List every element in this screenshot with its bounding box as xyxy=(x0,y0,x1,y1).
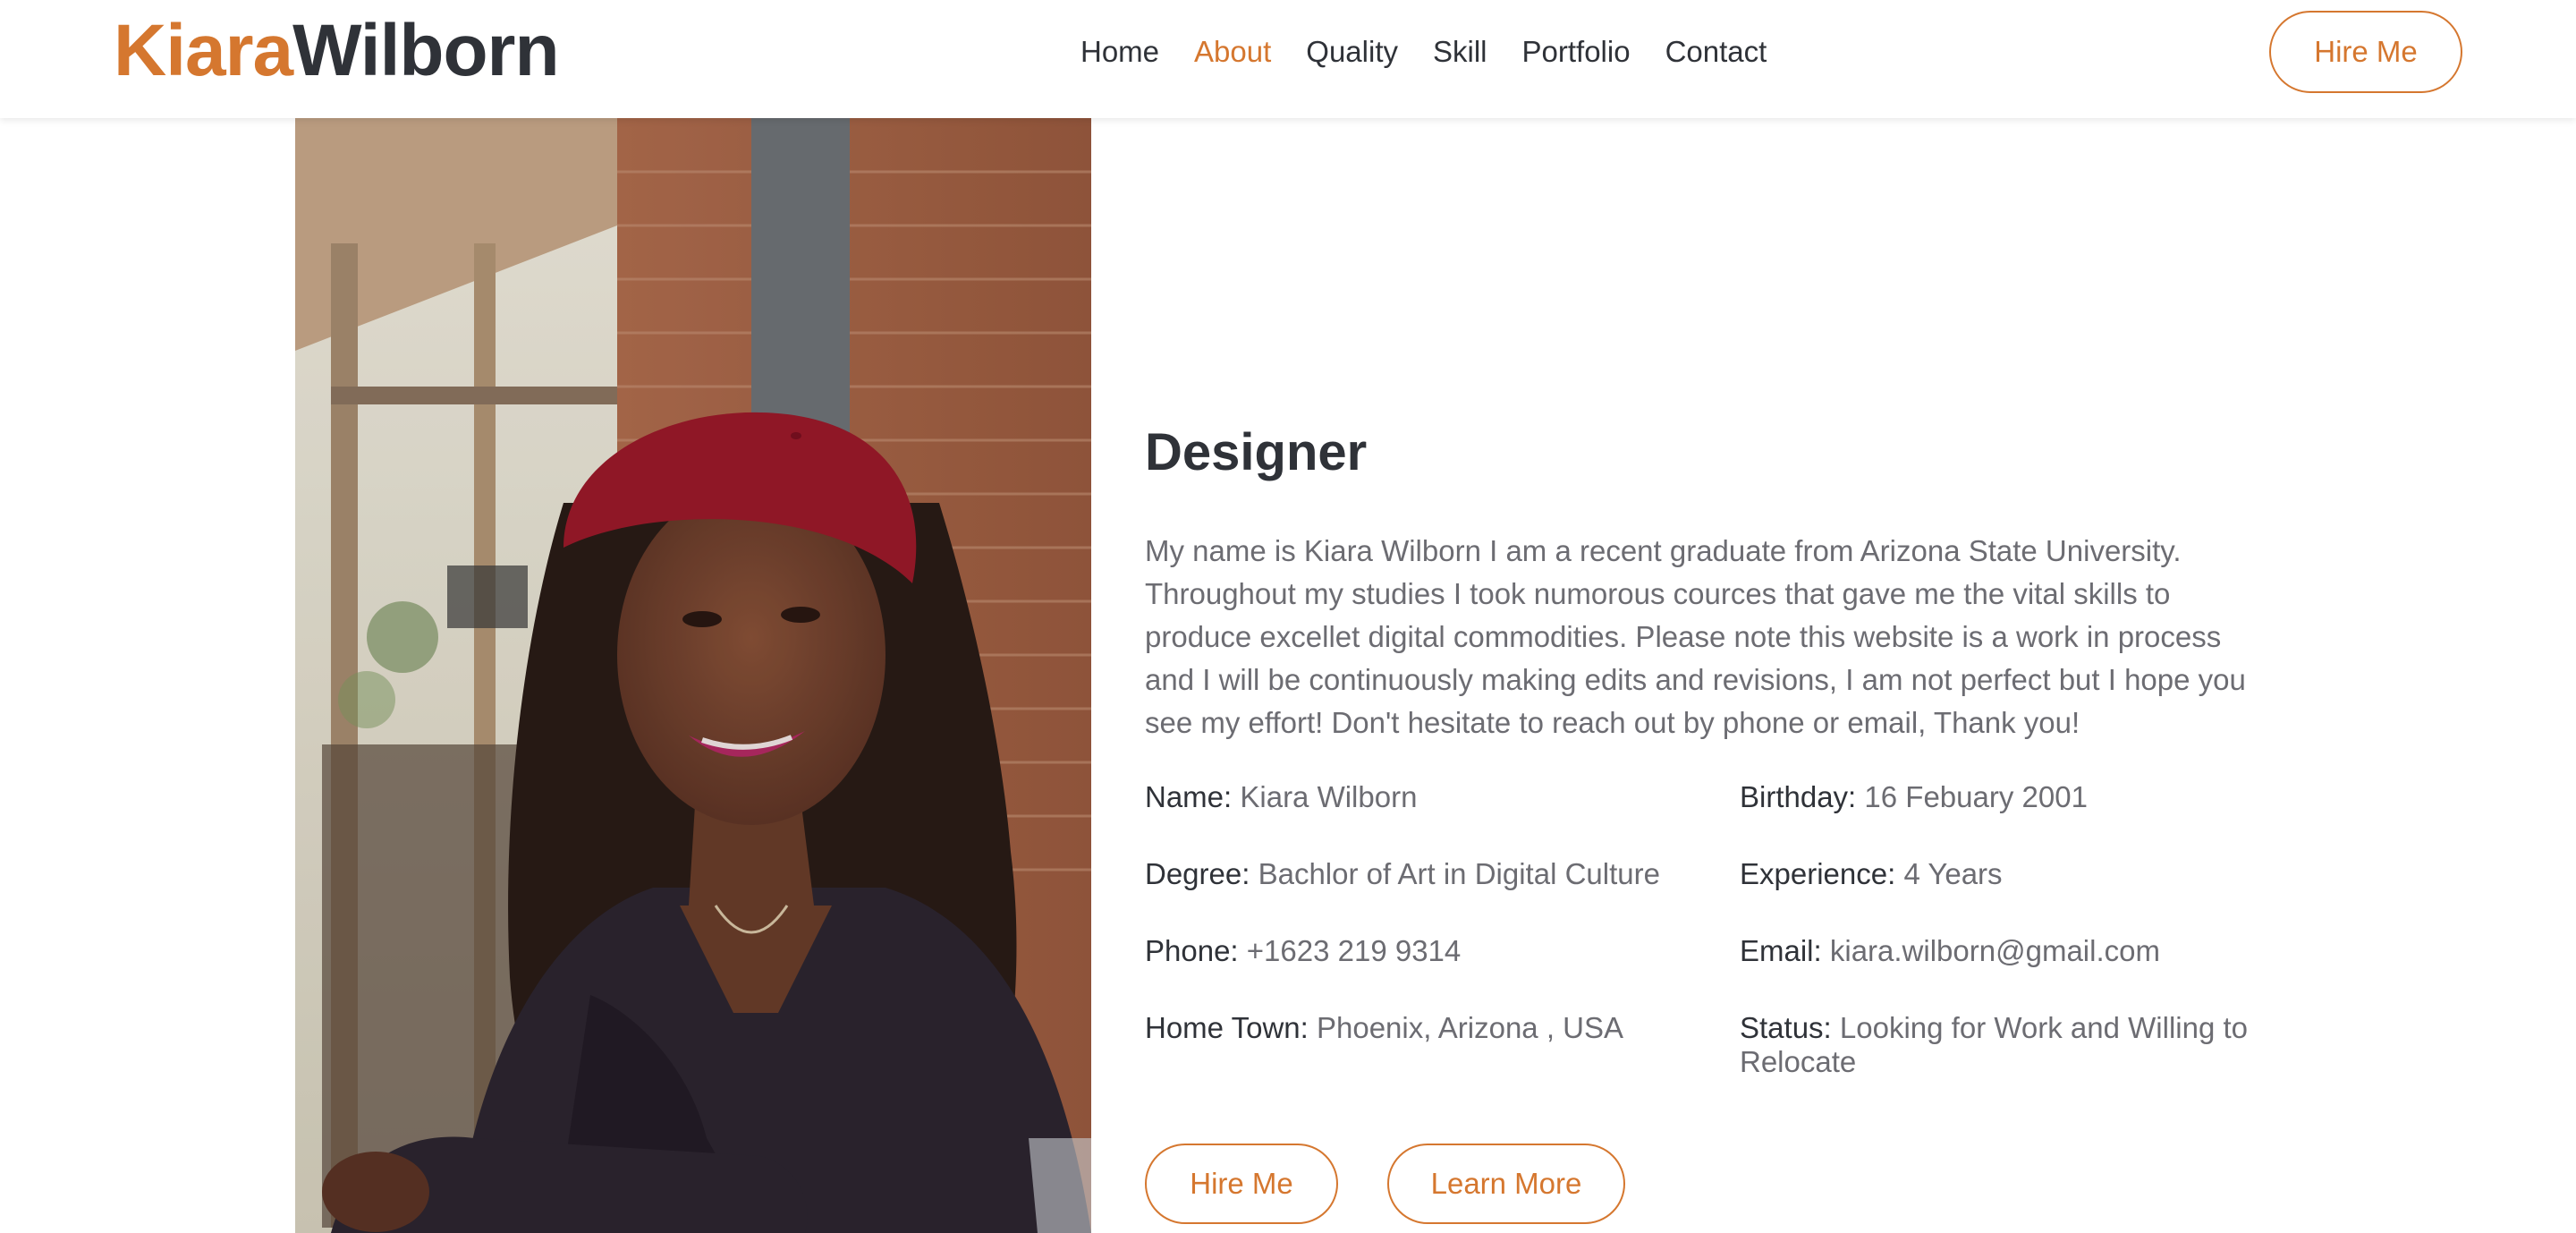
main-nav: Home About Quality Skill Portfolio Conta… xyxy=(1080,30,1801,73)
nav-portfolio[interactable]: Portfolio xyxy=(1522,30,1631,73)
info-label: Status: xyxy=(1740,1011,1832,1044)
info-birthday: Birthday: 16 Febuary 2001 xyxy=(1740,780,2088,814)
info-label: Experience: xyxy=(1740,857,1896,890)
learn-more-button[interactable]: Learn More xyxy=(1387,1144,1625,1224)
info-status: Status: Looking for Work and Willing to … xyxy=(1740,1011,2276,1079)
info-value: Bachlor of Art in Digital Culture xyxy=(1258,857,1660,890)
about-title: Designer xyxy=(1145,423,1368,481)
info-phone: Phone: +1623 219 9314 xyxy=(1145,934,1461,968)
nav-quality[interactable]: Quality xyxy=(1306,30,1398,73)
info-label: Phone: xyxy=(1145,934,1239,967)
profile-photo xyxy=(295,118,1091,1233)
header-hire-me-button[interactable]: Hire Me xyxy=(2269,11,2462,93)
hire-me-button[interactable]: Hire Me xyxy=(1145,1144,1338,1224)
info-label: Degree: xyxy=(1145,857,1250,890)
site-header: KiaraWilborn Home About Quality Skill Po… xyxy=(0,0,2576,118)
info-value[interactable]: kiara.wilborn@gmail.com xyxy=(1830,934,2160,967)
info-value: +1623 219 9314 xyxy=(1246,934,1462,967)
info-label: Home Town: xyxy=(1145,1011,1309,1044)
info-email: Email: kiara.wilborn@gmail.com xyxy=(1740,934,2160,968)
info-name: Name: Kiara Wilborn xyxy=(1145,780,1417,814)
about-content: Designer My name is Kiara Wilborn I am a… xyxy=(1145,421,2272,744)
info-experience: Experience: 4 Years xyxy=(1740,857,2003,891)
info-value: Phoenix, Arizona , USA xyxy=(1316,1011,1624,1044)
info-label: Email: xyxy=(1740,934,1822,967)
info-label: Name: xyxy=(1145,780,1233,813)
info-value: Kiara Wilborn xyxy=(1240,780,1418,813)
info-value: 16 Febuary 2001 xyxy=(1864,780,2088,813)
nav-about[interactable]: About xyxy=(1194,30,1271,73)
info-label: Birthday: xyxy=(1740,780,1857,813)
nav-skill[interactable]: Skill xyxy=(1433,30,1487,73)
logo-last-name: Wilborn xyxy=(292,10,559,91)
info-degree: Degree: Bachlor of Art in Digital Cultur… xyxy=(1145,857,1660,891)
info-value: 4 Years xyxy=(1903,857,2003,890)
logo-first-name: Kiara xyxy=(114,10,293,91)
site-logo[interactable]: KiaraWilborn xyxy=(114,10,560,91)
nav-home[interactable]: Home xyxy=(1080,30,1159,73)
info-hometown: Home Town: Phoenix, Arizona , USA xyxy=(1145,1011,1623,1045)
portrait-illustration xyxy=(295,118,1091,1233)
nav-contact[interactable]: Contact xyxy=(1665,30,1767,73)
about-bio: My name is Kiara Wilborn I am a recent g… xyxy=(1145,534,2246,739)
